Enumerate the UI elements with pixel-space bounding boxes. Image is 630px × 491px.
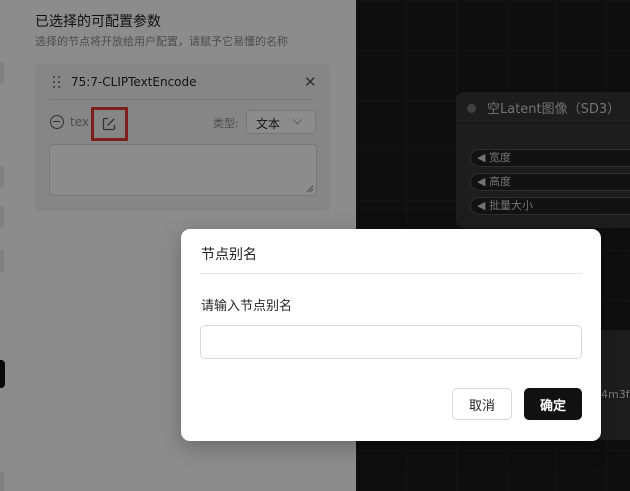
alias-label: 请输入节点别名 [201,299,293,314]
alias-modal: 节点别名 请输入节点别名 取消 确定 [181,229,601,441]
alias-input[interactable] [200,325,582,359]
confirm-button[interactable]: 确定 [524,388,582,420]
modal-title: 节点别名 [201,247,257,263]
cancel-button[interactable]: 取消 [452,388,512,420]
modal-divider [201,273,582,274]
